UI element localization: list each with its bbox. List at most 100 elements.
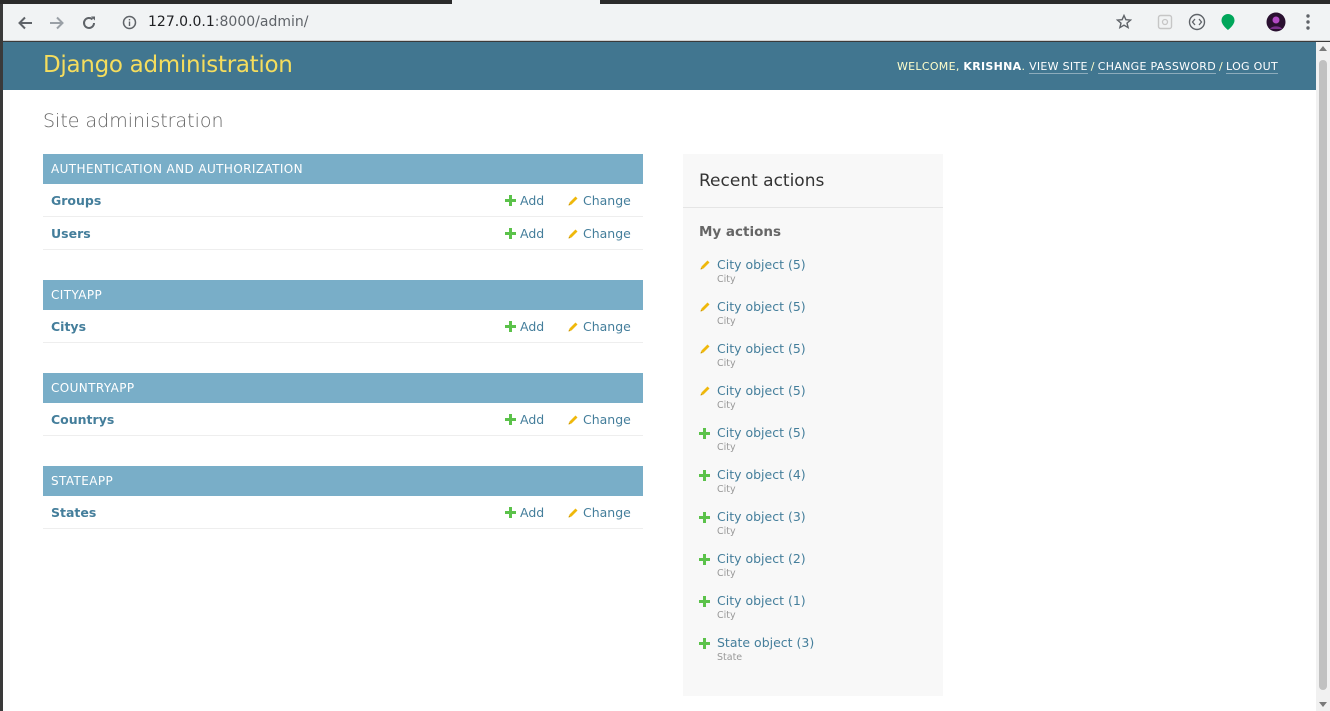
recent-object-type: City bbox=[717, 484, 736, 495]
change-link[interactable]: Change bbox=[567, 505, 631, 520]
pencil-icon bbox=[567, 414, 579, 426]
recent-object-type: City bbox=[717, 316, 736, 327]
plus-icon bbox=[699, 510, 710, 528]
back-arrow-icon[interactable] bbox=[13, 11, 37, 35]
pencil-icon bbox=[567, 195, 579, 207]
url-text[interactable]: 127.0.0.1:8000/admin/ bbox=[148, 14, 308, 30]
plus-icon bbox=[505, 195, 516, 206]
scroll-down-arrow-icon[interactable] bbox=[1319, 702, 1327, 707]
add-link[interactable]: Add bbox=[505, 226, 544, 241]
recent-object-link[interactable]: City object (5) bbox=[717, 299, 806, 314]
recent-object-type: City bbox=[717, 568, 736, 579]
plus-icon bbox=[699, 468, 710, 486]
recent-object-link[interactable]: City object (3) bbox=[717, 509, 806, 524]
profile-avatar[interactable] bbox=[1265, 11, 1287, 33]
recent-action-item: City object (2) City bbox=[699, 551, 929, 587]
extension-code-icon[interactable] bbox=[1186, 11, 1208, 33]
change-label: Change bbox=[583, 412, 631, 427]
recent-object-link[interactable]: City object (5) bbox=[717, 425, 806, 440]
view-site-link[interactable]: VIEW SITE bbox=[1029, 60, 1088, 74]
pencil-icon bbox=[699, 300, 711, 318]
browser-menu-icon[interactable] bbox=[1297, 11, 1319, 33]
recent-action-item: City object (5) City bbox=[699, 425, 929, 461]
welcome-text: WELCOME, bbox=[896, 60, 960, 73]
recent-action-item: City object (1) City bbox=[699, 593, 929, 629]
separator: / bbox=[1090, 60, 1095, 73]
model-link[interactable]: Users bbox=[51, 226, 91, 241]
scrollbar-thumb[interactable] bbox=[1319, 60, 1327, 690]
separator: / bbox=[1219, 60, 1224, 73]
recent-action-item: City object (5) City bbox=[699, 299, 929, 335]
username: KRISHNA bbox=[963, 60, 1022, 73]
recent-action-item: City object (4) City bbox=[699, 467, 929, 503]
add-label: Add bbox=[520, 226, 545, 241]
recent-object-type: City bbox=[717, 610, 736, 621]
module-caption[interactable]: STATEAPP bbox=[43, 466, 643, 496]
recent-object-type: City bbox=[717, 442, 736, 453]
recent-action-item: City object (5) City bbox=[699, 383, 929, 419]
log-out-link[interactable]: LOG OUT bbox=[1226, 60, 1278, 74]
model-link[interactable]: Groups bbox=[51, 193, 101, 208]
bookmark-star-icon[interactable] bbox=[1115, 13, 1133, 35]
add-link[interactable]: Add bbox=[505, 505, 544, 520]
model-row: Users Add Change bbox=[43, 217, 643, 250]
change-label: Change bbox=[583, 505, 631, 520]
change-link[interactable]: Change bbox=[567, 319, 631, 334]
info-icon[interactable] bbox=[122, 15, 137, 35]
change-label: Change bbox=[583, 226, 631, 241]
change-link[interactable]: Change bbox=[567, 226, 631, 241]
recent-object-link[interactable]: City object (4) bbox=[717, 467, 806, 482]
scrollbar[interactable] bbox=[1316, 42, 1330, 711]
recent-object-link[interactable]: State object (3) bbox=[717, 635, 814, 650]
change-password-link[interactable]: CHANGE PASSWORD bbox=[1097, 60, 1217, 74]
add-label: Add bbox=[520, 505, 545, 520]
module-caption[interactable]: CITYAPP bbox=[43, 280, 643, 310]
plus-icon bbox=[505, 414, 516, 425]
page-title: Site administration bbox=[43, 110, 224, 132]
change-link[interactable]: Change bbox=[567, 193, 631, 208]
recent-actions-panel: Recent actions My actions City object (5… bbox=[683, 154, 943, 696]
model-row: States Add Change bbox=[43, 496, 643, 529]
recent-action-item: City object (5) City bbox=[699, 341, 929, 377]
module-caption[interactable]: COUNTRYAPP bbox=[43, 373, 643, 403]
model-link[interactable]: Countrys bbox=[51, 412, 114, 427]
plus-icon bbox=[699, 594, 710, 612]
plus-icon bbox=[505, 321, 516, 332]
recent-object-link[interactable]: City object (5) bbox=[717, 383, 806, 398]
model-link[interactable]: States bbox=[51, 505, 96, 520]
add-label: Add bbox=[520, 412, 545, 427]
module-table: CITYAPP Citys Add Change bbox=[43, 280, 643, 343]
admin-header: Django administration WELCOME, KRISHNA. … bbox=[3, 42, 1316, 90]
site-branding[interactable]: Django administration bbox=[43, 52, 293, 78]
plus-icon bbox=[699, 636, 710, 654]
recent-object-link[interactable]: City object (5) bbox=[717, 341, 806, 356]
extension-grid-icon[interactable] bbox=[1154, 11, 1176, 33]
change-link[interactable]: Change bbox=[567, 412, 631, 427]
recent-object-type: City bbox=[717, 358, 736, 369]
add-link[interactable]: Add bbox=[505, 319, 544, 334]
module-caption[interactable]: AUTHENTICATION AND AUTHORIZATION bbox=[43, 154, 643, 184]
user-tools: WELCOME, KRISHNA. VIEW SITE / CHANGE PASSW… bbox=[896, 60, 1278, 74]
model-row: Countrys Add Change bbox=[43, 403, 643, 436]
recent-object-link[interactable]: City object (5) bbox=[717, 257, 806, 272]
recent-object-type: City bbox=[717, 526, 736, 537]
divider bbox=[683, 207, 943, 208]
pencil-icon bbox=[567, 228, 579, 240]
extension-green-icon[interactable] bbox=[1217, 11, 1239, 33]
model-row: Citys Add Change bbox=[43, 310, 643, 343]
scroll-up-arrow-icon[interactable] bbox=[1319, 46, 1327, 51]
pencil-icon bbox=[699, 258, 711, 276]
plus-icon bbox=[505, 228, 516, 239]
model-link[interactable]: Citys bbox=[51, 319, 86, 334]
forward-arrow-icon[interactable] bbox=[45, 11, 69, 35]
reload-icon[interactable] bbox=[77, 11, 101, 35]
recent-object-link[interactable]: City object (2) bbox=[717, 551, 806, 566]
add-link[interactable]: Add bbox=[505, 412, 544, 427]
recent-object-link[interactable]: City object (1) bbox=[717, 593, 806, 608]
add-label: Add bbox=[520, 193, 545, 208]
my-actions-heading: My actions bbox=[699, 224, 782, 240]
add-link[interactable]: Add bbox=[505, 193, 544, 208]
page-viewport: Django administration WELCOME, KRISHNA. … bbox=[3, 42, 1316, 711]
plus-icon bbox=[699, 552, 710, 570]
address-bar[interactable]: 127.0.0.1:8000/admin/ bbox=[113, 8, 1153, 37]
